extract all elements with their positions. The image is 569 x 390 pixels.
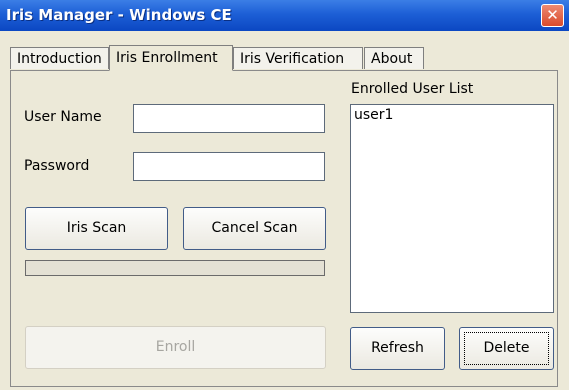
iris-scan-button[interactable]: Iris Scan <box>25 207 168 250</box>
button-label: Refresh <box>371 340 424 356</box>
username-label: User Name <box>24 109 102 125</box>
tab-label: About <box>371 51 413 67</box>
title-bar: Iris Manager - Windows CE ✕ <box>0 0 569 31</box>
tab-about[interactable]: About <box>364 47 424 69</box>
focus-rectangle <box>464 332 549 365</box>
tab-label: Iris Enrollment <box>116 50 218 66</box>
tab-label: Introduction <box>17 51 102 67</box>
enrolled-user-list-label: Enrolled User List <box>351 81 474 97</box>
tab-label: Iris Verification <box>240 51 345 67</box>
tab-introduction[interactable]: Introduction <box>10 47 109 69</box>
window-title: Iris Manager - Windows CE <box>6 6 232 24</box>
password-field[interactable] <box>133 152 325 181</box>
close-icon: ✕ <box>546 6 559 24</box>
button-label: Iris Scan <box>66 220 127 236</box>
tab-iris-enrollment[interactable]: Iris Enrollment <box>109 45 233 71</box>
username-field[interactable] <box>133 104 325 133</box>
button-label: Enroll <box>155 339 196 355</box>
scan-progress-bar <box>25 260 325 276</box>
refresh-button[interactable]: Refresh <box>350 327 445 370</box>
password-label: Password <box>24 158 90 174</box>
tab-iris-verification[interactable]: Iris Verification <box>233 47 363 69</box>
button-label: Cancel Scan <box>211 220 298 236</box>
delete-button[interactable]: Delete <box>459 327 554 370</box>
close-button[interactable]: ✕ <box>541 4 564 27</box>
list-item[interactable]: user1 <box>351 105 553 125</box>
window-body: Introduction Iris Enrollment Iris Verifi… <box>0 31 569 390</box>
enrolled-user-listbox[interactable]: user1 <box>350 104 554 313</box>
cancel-scan-button[interactable]: Cancel Scan <box>183 207 326 250</box>
enroll-button[interactable]: Enroll <box>25 326 326 369</box>
